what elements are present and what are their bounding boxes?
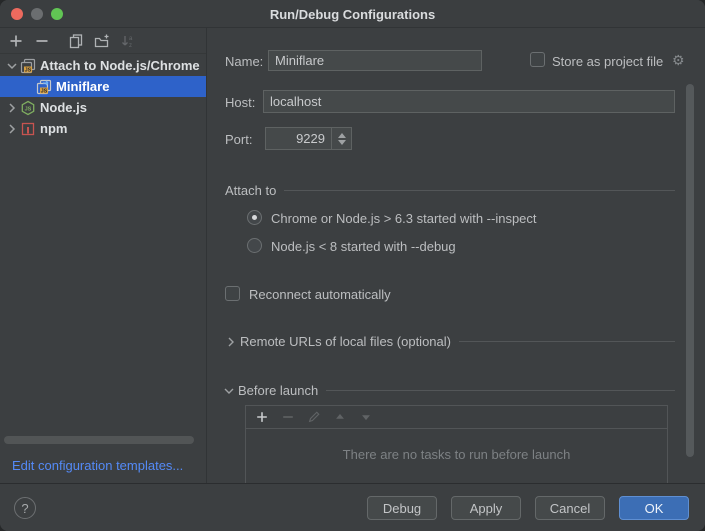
stepper-down-icon[interactable]	[338, 140, 346, 145]
move-task-down-icon[interactable]	[358, 409, 374, 425]
attach-to-nodejs-chrome-icon: JS	[36, 79, 52, 95]
tree-item-nodejs[interactable]: JS Node.js	[0, 97, 206, 118]
store-as-project-file-checkbox[interactable]	[530, 52, 545, 67]
radio-chrome-inspect-label: Chrome or Node.js > 6.3 started with --i…	[271, 211, 537, 226]
remove-task-icon[interactable]	[280, 409, 296, 425]
dialog-buttons: Debug Apply Cancel OK	[367, 496, 689, 520]
before-launch-section-header[interactable]: Before launch	[223, 383, 675, 398]
attach-to-section-header: Attach to	[225, 183, 675, 198]
npm-icon	[20, 121, 36, 137]
port-spinner	[265, 127, 352, 150]
port-stepper[interactable]	[331, 128, 351, 149]
help-icon: ?	[21, 501, 28, 516]
remove-configuration-icon[interactable]	[34, 33, 50, 49]
port-input[interactable]	[266, 128, 331, 149]
before-launch-empty-text: There are no tasks to run before launch	[246, 447, 667, 462]
attach-to-nodejs-chrome-icon: JS	[20, 58, 36, 74]
ok-button[interactable]: OK	[619, 496, 689, 520]
copy-configuration-icon[interactable]	[68, 33, 84, 49]
separator-line	[326, 390, 675, 391]
remote-urls-title: Remote URLs of local files (optional)	[240, 334, 451, 349]
tree-item-label: Node.js	[40, 100, 87, 115]
before-launch-toolbar	[246, 406, 667, 429]
configurations-tree: JS Attach to Node.js/Chrome JS	[0, 55, 206, 139]
reconnect-automatically-checkbox[interactable]	[225, 286, 240, 301]
separator-line	[459, 341, 675, 342]
sidebar-horizontal-scrollbar[interactable]	[4, 436, 194, 444]
main-vertical-scrollbar[interactable]	[686, 84, 694, 457]
svg-text:JS: JS	[25, 67, 32, 73]
tree-item-label: Attach to Node.js/Chrome	[40, 58, 200, 73]
tree-item-label: Miniflare	[56, 79, 109, 94]
run-debug-configurations-dialog: Run/Debug Configurations	[0, 0, 705, 531]
remote-urls-section-header[interactable]: Remote URLs of local files (optional)	[225, 334, 675, 349]
radio-node-debug[interactable]	[247, 238, 262, 253]
new-folder-icon[interactable]	[94, 33, 110, 49]
add-task-icon[interactable]	[254, 409, 270, 425]
chevron-right-icon[interactable]	[4, 100, 20, 116]
separator-line	[284, 190, 675, 191]
nodejs-icon: JS	[20, 100, 36, 116]
reconnect-automatically-label: Reconnect automatically	[249, 287, 391, 302]
before-launch-title: Before launch	[238, 383, 318, 398]
before-launch-tasks-panel: There are no tasks to run before launch	[245, 405, 668, 483]
edit-task-icon[interactable]	[306, 409, 322, 425]
cancel-button[interactable]: Cancel	[535, 496, 605, 520]
move-task-up-icon[interactable]	[332, 409, 348, 425]
debug-button[interactable]: Debug	[367, 496, 437, 520]
store-as-project-file-label: Store as project file	[552, 54, 663, 69]
name-input[interactable]	[268, 50, 482, 71]
svg-text:z: z	[129, 43, 132, 49]
chevron-down-icon[interactable]	[4, 58, 20, 74]
host-label: Host:	[225, 95, 255, 110]
apply-button[interactable]: Apply	[451, 496, 521, 520]
host-input[interactable]	[263, 90, 675, 113]
tree-item-attach-to-nodejs-chrome[interactable]: JS Attach to Node.js/Chrome	[0, 55, 206, 76]
chevron-down-icon[interactable]	[223, 385, 235, 397]
titlebar: Run/Debug Configurations	[0, 0, 705, 28]
tree-item-npm[interactable]: npm	[0, 118, 206, 139]
help-button[interactable]: ?	[14, 497, 36, 519]
tree-item-label: npm	[40, 121, 67, 136]
attach-to-title: Attach to	[225, 183, 276, 198]
configurations-sidebar: a z JS Attach to Node	[0, 28, 207, 483]
window-title: Run/Debug Configurations	[0, 7, 705, 22]
chevron-right-icon[interactable]	[4, 121, 20, 137]
tree-item-miniflare[interactable]: JS Miniflare	[0, 76, 206, 97]
stepper-up-icon[interactable]	[338, 133, 346, 138]
sidebar-toolbar: a z	[0, 28, 206, 54]
configuration-editor: Name: Store as project file ⚙ Host: Port…	[208, 28, 705, 483]
svg-text:a: a	[129, 36, 133, 42]
radio-chrome-inspect[interactable]	[247, 210, 262, 225]
gear-icon[interactable]: ⚙	[672, 53, 685, 67]
edit-configuration-templates-link[interactable]: Edit configuration templates...	[12, 458, 183, 473]
chevron-right-icon[interactable]	[225, 336, 237, 348]
add-configuration-icon[interactable]	[8, 33, 24, 49]
radio-node-debug-label: Node.js < 8 started with --debug	[271, 239, 456, 254]
sort-alphabetically-icon[interactable]: a z	[120, 33, 136, 49]
svg-text:JS: JS	[25, 106, 32, 112]
name-label: Name:	[225, 54, 263, 69]
dialog-footer: ? Debug Apply Cancel OK	[0, 483, 705, 531]
svg-text:JS: JS	[41, 88, 48, 94]
port-label: Port:	[225, 132, 252, 147]
